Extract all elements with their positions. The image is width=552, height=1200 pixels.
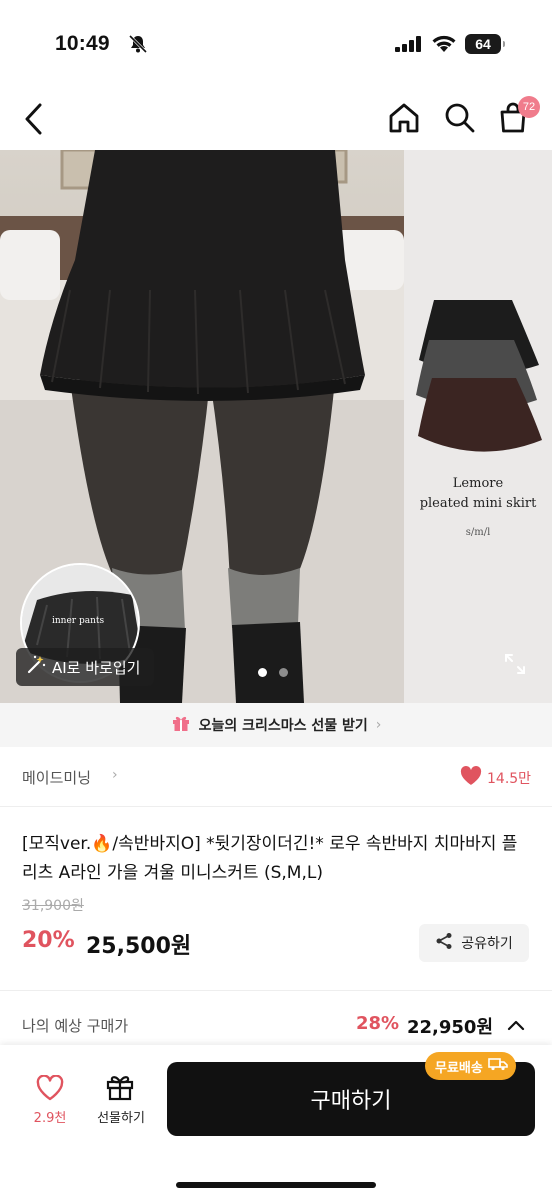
home-icon[interactable] xyxy=(386,100,422,140)
free-shipping-label: 무료배송 xyxy=(435,1060,483,1076)
search-icon[interactable] xyxy=(442,100,478,140)
product-sizes-overlay: s/m/l xyxy=(465,527,491,538)
cart-count-badge: 72 xyxy=(518,96,540,118)
product-name-line2: pleated mini skirt xyxy=(419,496,537,511)
ai-try-on-button[interactable]: AI로 바로입기 xyxy=(16,648,155,686)
gift-label[interactable]: 선물하기 xyxy=(88,1107,154,1126)
home-indicator xyxy=(176,1182,376,1188)
bell-off-icon xyxy=(128,34,148,58)
carousel-dot-active[interactable] xyxy=(258,668,267,677)
share-button[interactable]: 공유하기 xyxy=(419,924,529,962)
truck-icon xyxy=(488,1057,508,1075)
share-icon xyxy=(435,932,453,954)
free-shipping-badge: 무료배송 xyxy=(425,1052,516,1080)
chevron-right-icon: › xyxy=(375,717,382,733)
signal-icon xyxy=(395,36,423,56)
product-name-overlay: Lemore pleated mini skirt xyxy=(404,474,552,514)
product-title: [모직ver.🔥/속반바지O] *뒷기장이더긴!* 로우 속반바지 치마바지 플… xyxy=(22,834,518,883)
product-name-line1: Lemore xyxy=(452,476,504,491)
ai-try-on-label: AI로 바로입기 xyxy=(52,658,141,677)
status-bar: 10:49 64 xyxy=(0,0,552,88)
christmas-gift-banner[interactable]: 오늘의 크리스마스 선물 받기 › xyxy=(0,703,552,747)
divider xyxy=(0,990,552,991)
inner-pants-label: inner pants xyxy=(52,616,105,626)
gift-icon[interactable] xyxy=(105,1073,135,1105)
expected-price: 22,950원 xyxy=(407,1017,494,1038)
status-time: 10:49 xyxy=(55,32,110,55)
chevron-right-icon: › xyxy=(112,767,118,783)
product-variant-panel xyxy=(404,150,552,703)
expected-price-label: 나의 예상 구매가 xyxy=(22,1017,129,1035)
magic-wand-icon xyxy=(26,655,46,679)
wifi-icon xyxy=(431,34,457,58)
sale-price: 25,500원 xyxy=(86,934,192,959)
brand-name-link[interactable]: 메이드미닝 xyxy=(22,767,91,788)
chevron-up-icon[interactable] xyxy=(505,1014,527,1040)
carousel-dots xyxy=(258,668,288,677)
gift-banner-text: 오늘의 크리스마스 선물 받기 xyxy=(198,718,368,734)
wishlist-count: 2.9천 xyxy=(33,1111,67,1126)
discount-rate: 20% xyxy=(22,928,75,953)
battery-indicator: 64 xyxy=(465,34,505,54)
top-nav xyxy=(0,88,552,150)
expected-discount: 28% xyxy=(356,1013,400,1034)
heart-outline-icon[interactable] xyxy=(28,1074,72,1105)
heart-filled-icon[interactable] xyxy=(460,766,482,790)
original-price: 31,900원 xyxy=(22,898,84,914)
brand-likes-count: 14.5만 xyxy=(487,771,532,787)
expand-icon[interactable] xyxy=(503,652,527,680)
back-arrow-icon[interactable] xyxy=(20,102,46,140)
carousel-dot[interactable] xyxy=(279,668,288,677)
gift-box-icon xyxy=(171,713,191,737)
share-label: 공유하기 xyxy=(461,936,513,952)
